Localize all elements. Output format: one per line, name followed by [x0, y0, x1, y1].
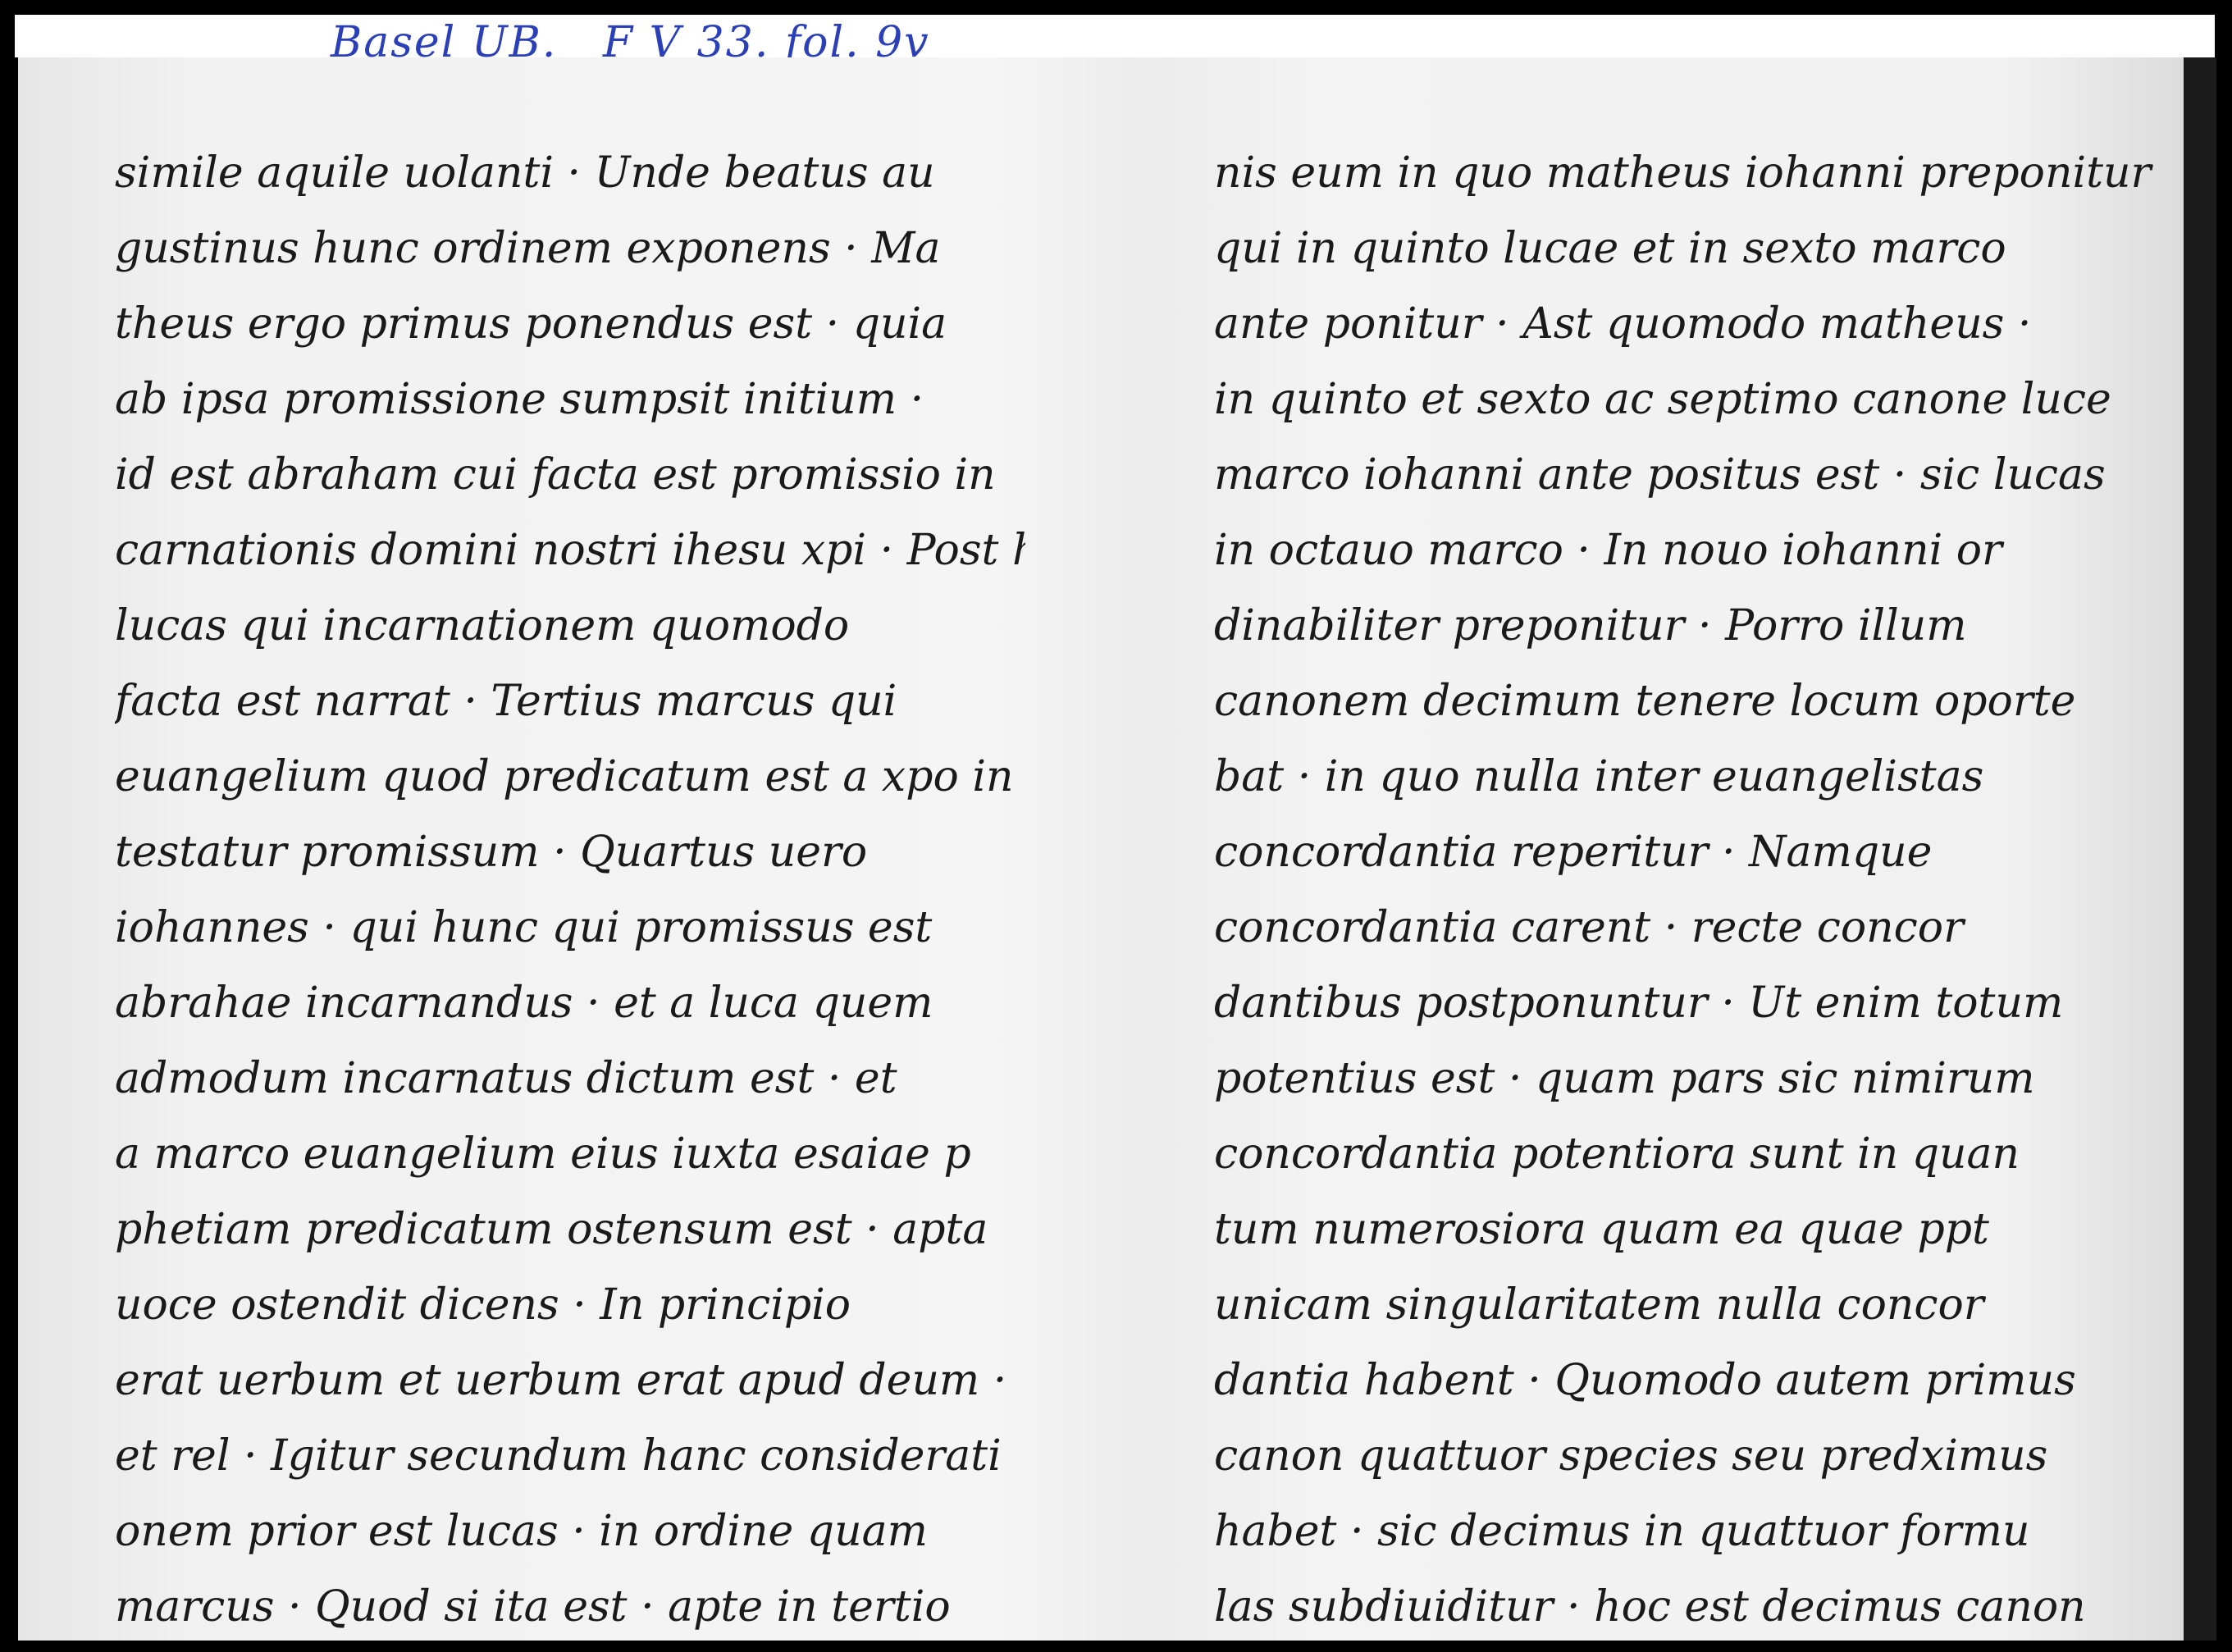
manuscript-line: concordantia potentiora sunt in quan [1214, 1129, 2020, 1179]
manuscript-line: dantia habent · Quomodo autem primus [1214, 1356, 2076, 1405]
manuscript-line: lucas qui incarnationem quomodo [115, 601, 850, 650]
manuscript-line: euangelium quod predicatum est a xpo in … [115, 752, 1025, 801]
manuscript-line: las subdiuiditur · hoc est decimus canon [1214, 1582, 2086, 1631]
manuscript-line: simile aquile uolanti · Unde beatus au [115, 148, 935, 198]
manuscript-line: et rel · Igitur secundum hanc considerat… [115, 1431, 1002, 1481]
manuscript-line: a marco euangelium eius iuxta esaiae p [115, 1129, 971, 1179]
manuscript-line: dantibus postponuntur · Ut enim totum [1214, 979, 2064, 1028]
caption-strip: Basel UB. F V 33. fol. 9v [15, 15, 2215, 66]
manuscript-line: ante ponitur · Ast quomodo matheus · [1214, 299, 2032, 349]
manuscript-line: admodum incarnatus dictum est · et [115, 1054, 897, 1103]
left-text-column: simile aquile uolanti · Unde beatus au gu… [115, 135, 1025, 1641]
page-edge-shadow [2184, 57, 2216, 1641]
manuscript-page: simile aquile uolanti · Unde beatus au gu… [18, 57, 2184, 1641]
manuscript-line: erat uerbum et uerbum erat apud deum · [115, 1356, 1007, 1405]
manuscript-line: facta est narrat · Tertius marcus qui [115, 677, 897, 726]
manuscript-line: theus ergo primus ponendus est · quia [115, 299, 947, 349]
manuscript-line: concordantia reperitur · Namque [1214, 828, 1933, 877]
manuscript-line: marcus · Quod si ita est · apte in terti… [115, 1582, 951, 1631]
manuscript-line: in quinto et sexto ac septimo canone luc… [1214, 375, 2111, 424]
manuscript-line: tum numerosiora quam ea quae ppt [1214, 1205, 1989, 1254]
manuscript-line: testatur promissum · Quartus uero [115, 828, 868, 877]
manuscript-line: canon quattuor species seu predximus [1214, 1431, 2048, 1481]
manuscript-line: potentius est · quam pars sic nimirum [1214, 1054, 2035, 1103]
manuscript-line: gustinus hunc ordinem exponens · Ma [115, 224, 941, 273]
manuscript-line: onem prior est lucas · in ordine quam [115, 1507, 928, 1556]
manuscript-line: uoce ostendit dicens · In principio [115, 1280, 851, 1330]
manuscript-line: ab ipsa promissione sumpsit initium · [115, 375, 924, 424]
manuscript-line: carnationis domini nostri ihesu xpi · Po… [115, 526, 1025, 575]
manuscript-line: nis eum in quo matheus iohanni preponitu… [1214, 148, 2152, 198]
manuscript-line: concordantia carent · recte concor [1214, 903, 1964, 952]
manuscript-line: bat · in quo nulla inter euangelistas [1214, 752, 1984, 801]
manuscript-line: phetiam predicatum ostensum est · apta [115, 1205, 988, 1254]
right-text-column: nis eum in quo matheus iohanni preponitu… [1214, 135, 2166, 1641]
manuscript-line: id est abraham cui facta est promissio i… [115, 450, 996, 500]
manuscript-line: abrahae incarnandus · et a luca quem [115, 979, 933, 1028]
photo-frame: Basel UB. F V 33. fol. 9v simile aquile … [0, 0, 2232, 1652]
manuscript-line: habet · sic decimus in quattuor formu [1214, 1507, 2030, 1556]
manuscript-line: iohannes · qui hunc qui promissus est [115, 903, 933, 952]
manuscript-line: in octauo marco · In nouo iohanni or [1214, 526, 2002, 575]
manuscript-line: qui in quinto lucae et in sexto marco [1214, 224, 2006, 273]
manuscript-line: marco iohanni ante positus est · sic luc… [1214, 450, 2106, 500]
manuscript-line: unicam singularitatem nulla concor [1214, 1280, 1984, 1330]
manuscript-line: canonem decimum tenere locum oporte [1214, 677, 2076, 726]
manuscript-line: dinabiliter preponitur · Porro illum [1214, 601, 1967, 650]
